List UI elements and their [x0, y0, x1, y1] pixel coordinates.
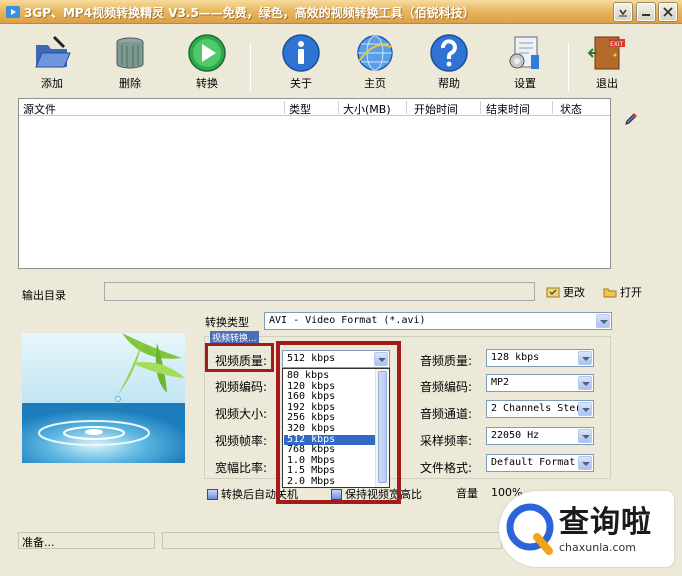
chevron-down-icon[interactable]	[596, 314, 610, 328]
volume-label: 音量	[456, 487, 478, 500]
file-format-select[interactable]: Default Format	[486, 454, 594, 472]
toolbar-separator	[250, 43, 251, 91]
open-button[interactable]: 打开	[603, 284, 642, 300]
chevron-down-icon[interactable]	[578, 376, 592, 390]
audio-channel-select[interactable]: 2 Channels Stere	[486, 400, 594, 418]
tray-button[interactable]	[614, 3, 632, 21]
video-fps-label: 视频帧率:	[215, 434, 268, 448]
minimize-icon	[642, 14, 650, 16]
close-icon	[663, 7, 673, 17]
convert-type-value: AVI - Video Format (*.avi)	[269, 315, 426, 326]
status-text: 准备...	[22, 536, 55, 549]
aspect-ratio-label: 宽幅比率:	[215, 461, 268, 475]
edit-icon[interactable]	[624, 112, 638, 126]
watermark-logo-icon	[506, 503, 554, 555]
close-button[interactable]	[659, 3, 677, 21]
audio-channel-value: 2 Channels Stere	[491, 403, 588, 414]
help-button[interactable]: 帮助	[421, 33, 477, 95]
audio-codec-value: MP2	[491, 377, 510, 388]
progress-panel	[162, 532, 502, 549]
col-source-file[interactable]: 源文件	[23, 101, 56, 117]
change-button[interactable]: 更改	[546, 284, 585, 300]
open-label: 打开	[620, 286, 642, 299]
audio-quality-label: 音频质量:	[420, 354, 473, 368]
file-list[interactable]: 源文件 类型 大小(MB) 开始时间 结束时间 状态	[18, 98, 611, 269]
play-icon	[188, 34, 226, 72]
tray-icon	[619, 9, 627, 17]
folder-open-icon	[35, 35, 71, 68]
convert-button[interactable]: 转换	[179, 33, 235, 95]
settings-icon	[509, 36, 539, 69]
file-list-header: 源文件 类型 大小(MB) 开始时间 结束时间 状态	[19, 99, 610, 116]
col-size[interactable]: 大小(MB)	[343, 101, 391, 117]
chevron-down-icon[interactable]	[578, 429, 592, 443]
column-divider	[338, 101, 339, 114]
sample-rate-value: 22050 Hz	[491, 430, 540, 441]
column-divider	[284, 101, 285, 114]
convert-label: 转换	[196, 77, 218, 90]
col-type[interactable]: 类型	[289, 101, 311, 117]
exit-door-icon: EXIT	[587, 36, 625, 70]
globe-icon	[357, 35, 393, 71]
file-format-label: 文件格式:	[420, 461, 473, 475]
minimize-button[interactable]	[637, 3, 655, 21]
sample-rate-label: 采样频率:	[420, 434, 473, 448]
settings-button[interactable]: 设置	[497, 33, 553, 95]
toolbar: 添加 删除 转换 关于 主页 帮助 设置 EXIT 退出	[0, 25, 682, 95]
svg-text:EXIT: EXIT	[610, 41, 624, 48]
about-label: 关于	[290, 77, 312, 90]
watermark-brand: 查询啦	[559, 505, 652, 540]
home-button[interactable]: 主页	[347, 33, 403, 95]
column-divider	[406, 101, 407, 114]
column-divider	[552, 101, 553, 114]
help-icon	[430, 34, 468, 72]
delete-label: 删除	[119, 77, 141, 90]
col-end-time[interactable]: 结束时间	[486, 101, 530, 117]
app-icon	[6, 6, 20, 18]
audio-channel-label: 音频通道:	[420, 407, 473, 421]
delete-button[interactable]: 删除	[102, 33, 158, 95]
exit-button[interactable]: EXIT 退出	[579, 33, 635, 95]
checkbox-icon[interactable]	[207, 488, 218, 500]
file-format-value: Default Format	[491, 457, 576, 468]
add-button[interactable]: 添加	[24, 33, 80, 95]
preview-image	[22, 333, 185, 463]
output-dir-label: 输出目录	[22, 289, 66, 302]
chevron-down-icon[interactable]	[578, 456, 592, 470]
convert-type-select[interactable]: AVI - Video Format (*.avi)	[264, 312, 612, 330]
help-label: 帮助	[438, 77, 460, 90]
col-start-time[interactable]: 开始时间	[414, 101, 458, 117]
audio-quality-value: 128 kbps	[491, 352, 540, 363]
about-button[interactable]: 关于	[273, 33, 329, 95]
change-icon	[546, 287, 560, 298]
audio-codec-select[interactable]: MP2	[486, 374, 594, 392]
col-status[interactable]: 状态	[560, 101, 582, 117]
highlight-box	[276, 341, 401, 504]
settings-label: 设置	[514, 77, 536, 90]
title-bar: 3GP、MP4视频转换精灵 V3.5——免费，绿色，高效的视频转换工具（佰锐科技…	[0, 0, 682, 24]
open-folder-icon	[603, 288, 617, 298]
add-label: 添加	[41, 77, 63, 90]
exit-label: 退出	[596, 77, 618, 90]
video-codec-label: 视频编码:	[215, 380, 268, 394]
audio-quality-select[interactable]: 128 kbps	[486, 349, 594, 367]
sample-rate-select[interactable]: 22050 Hz	[486, 427, 594, 445]
audio-codec-label: 音频编码:	[420, 380, 473, 394]
change-label: 更改	[563, 286, 585, 299]
highlight-box	[205, 343, 274, 372]
trash-can-icon	[116, 37, 144, 69]
chevron-down-icon[interactable]	[578, 402, 592, 416]
video-size-label: 视频大小:	[215, 407, 268, 421]
home-label: 主页	[364, 77, 386, 90]
convert-type-label: 转换类型	[205, 316, 249, 329]
column-divider	[480, 101, 481, 114]
output-dir-field[interactable]	[104, 282, 535, 301]
watermark-domain: chaxunla.com	[559, 541, 636, 554]
window-title: 3GP、MP4视频转换精灵 V3.5——免费，绿色，高效的视频转换工具（佰锐科技…	[24, 6, 475, 20]
info-icon	[282, 34, 320, 72]
watermark: 查询啦 chaxunla.com	[499, 491, 674, 567]
toolbar-separator	[568, 43, 569, 91]
chevron-down-icon[interactable]	[578, 351, 592, 365]
